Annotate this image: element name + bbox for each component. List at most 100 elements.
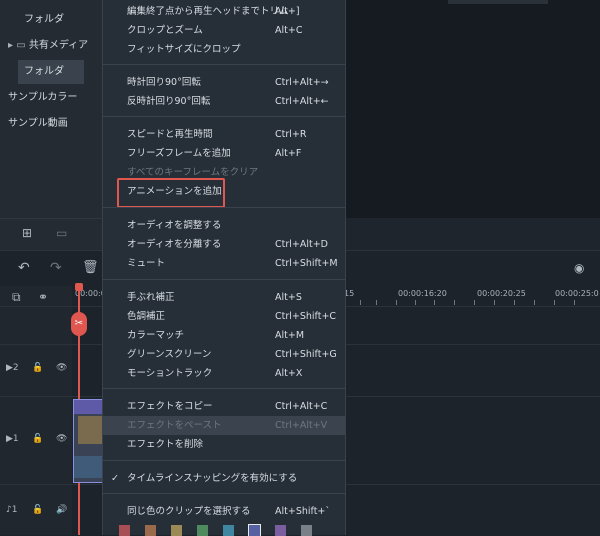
video-clip[interactable] — [73, 399, 105, 483]
menu-item-shortcut: Ctrl+Alt+← — [275, 96, 329, 107]
menu-item[interactable]: ミュート Ctrl+Shift+M — [103, 254, 345, 273]
menu-item-shortcut: Alt+F — [275, 148, 302, 159]
split-scissors-icon[interactable]: ✂ — [71, 312, 87, 336]
menu-item-label: クロップとズーム — [127, 25, 203, 36]
color-swatch[interactable] — [275, 525, 286, 536]
preview-title-bar — [448, 0, 548, 4]
lock-icon[interactable]: 🔓 — [32, 505, 43, 515]
menu-item-shortcut: Alt+] — [275, 6, 300, 17]
menu-item-shortcut: Alt+Shift+` — [275, 506, 331, 517]
clip-header — [74, 400, 104, 414]
menu-item[interactable]: フィットサイズにクロップ — [103, 40, 345, 59]
time-label: 00:00:25:0 — [555, 289, 599, 298]
color-swatch[interactable] — [119, 525, 130, 536]
preview-controls — [344, 218, 600, 250]
menu-item-shortcut: Ctrl+R — [275, 129, 307, 140]
menu-item-shortcut: Ctrl+Shift+G — [275, 349, 337, 360]
menu-item-shortcut: Ctrl+Alt+V — [275, 420, 328, 431]
lock-icon[interactable]: 🔓 — [32, 363, 43, 373]
menu-item[interactable]: オーディオを分離する Ctrl+Alt+D — [103, 235, 345, 254]
color-swatch[interactable] — [171, 525, 182, 536]
highlight-box — [117, 178, 225, 208]
sample-color-item[interactable]: サンプルカラー — [0, 86, 102, 110]
color-swatch[interactable] — [197, 525, 208, 536]
menu-item-label: 同じ色のクリップを選択する — [127, 506, 251, 517]
menu-item-shortcut: Alt+M — [275, 330, 305, 341]
menu-item[interactable]: モーショントラック Alt+X — [103, 364, 345, 383]
preview-window — [344, 0, 600, 218]
menu-item-label: エフェクトをコピー — [127, 401, 213, 412]
color-swatch[interactable] — [248, 524, 261, 536]
menu-item[interactable]: グリーンスクリーン Ctrl+Shift+G — [103, 345, 345, 364]
menu-item-label: ミュート — [127, 258, 166, 269]
eye-icon[interactable]: 👁 — [56, 434, 67, 444]
menu-item[interactable]: 色調補正 Ctrl+Shift+C — [103, 307, 345, 326]
menu-item-shortcut: Alt+C — [275, 25, 303, 36]
menu-item[interactable]: 同じ色のクリップを選択する Alt+Shift+` — [103, 502, 345, 521]
menu-item-label: カラーマッチ — [127, 330, 185, 341]
menu-item-label: エフェクトを削除 — [127, 439, 204, 450]
menu-item-shortcut: Ctrl+Shift+C — [275, 311, 337, 322]
menu-separator — [103, 388, 345, 389]
menu-item[interactable]: フリーズフレームを追加 Alt+F — [103, 144, 345, 163]
color-swatch[interactable] — [223, 525, 234, 536]
menu-item[interactable]: エフェクトをコピー Ctrl+Alt+C — [103, 397, 345, 416]
menu-item-label: 反時計回り90°回転 — [127, 96, 211, 107]
menu-item[interactable]: 反時計回り90°回転 Ctrl+Alt+← — [103, 92, 345, 111]
menu-item-label: エフェクトをペースト — [127, 420, 222, 431]
eye-icon[interactable]: 👁 — [56, 363, 67, 373]
menu-item-shortcut: Alt+S — [275, 292, 302, 303]
menu-item-label: オーディオを分離する — [127, 239, 222, 250]
time-label: 00:00:16:20 — [398, 289, 447, 298]
color-swatch[interactable] — [301, 525, 312, 536]
menu-item-label: フリーズフレームを追加 — [127, 148, 231, 159]
undo-icon[interactable]: ↶ — [18, 260, 30, 276]
media-library-panel: フォルダ ▸ ▭ 共有メディア フォルダ サンプルカラー サンプル動画 — [0, 0, 102, 218]
menu-separator — [103, 207, 345, 208]
checkmark-icon: ✓ — [111, 473, 119, 484]
menu-item-label: 時計回り90°回転 — [127, 77, 201, 88]
menu-item[interactable]: クロップとズーム Alt+C — [103, 21, 345, 40]
delete-icon[interactable]: 🗑 — [82, 260, 99, 275]
menu-item-shortcut: Ctrl+Alt+D — [275, 239, 329, 250]
menu-separator — [103, 64, 345, 65]
menu-item[interactable]: オーディオを調整する — [103, 216, 345, 235]
sample-video-item[interactable]: サンプル動画 — [0, 112, 102, 136]
folder-item-selected[interactable]: フォルダ — [18, 60, 84, 84]
menu-item[interactable]: 時計回り90°回転 Ctrl+Alt+→ — [103, 73, 345, 92]
clip-thumbnail — [78, 416, 102, 444]
menu-item-label: フィットサイズにクロップ — [127, 44, 241, 55]
clip-waveform — [74, 456, 104, 478]
menu-item[interactable]: タイムラインスナッピングを有効にする ✓ — [103, 469, 345, 488]
render-preview-icon[interactable]: ◉ — [574, 261, 584, 275]
context-menu: 編集終了点から再生ヘッドまでトリム Alt+] クロップとズーム Alt+C フィットサ… — [102, 0, 346, 536]
menu-item[interactable]: エフェクトをペースト Ctrl+Alt+V — [103, 416, 345, 435]
menu-item[interactable]: 編集終了点から再生ヘッドまでトリム Alt+] — [103, 2, 345, 21]
menu-item-shortcut: Alt+X — [275, 368, 303, 379]
link-icon[interactable]: ⚭ — [38, 290, 48, 304]
menu-item-label: 色調補正 — [127, 311, 166, 322]
folder-icon: ▸ ▭ — [8, 40, 29, 51]
folder-item[interactable]: フォルダ — [0, 8, 102, 32]
shared-media-item[interactable]: ▸ ▭ 共有メディア — [0, 34, 102, 58]
menu-item[interactable]: カラーマッチ Alt+M — [103, 326, 345, 345]
menu-separator — [103, 460, 345, 461]
lock-icon[interactable]: 🔓 — [32, 434, 43, 444]
menu-item-label: グリーンスクリーン — [127, 349, 212, 360]
menu-item[interactable]: 手ぶれ補正 Alt+S — [103, 288, 345, 307]
menu-item[interactable]: スピードと再生時間 Ctrl+R — [103, 125, 345, 144]
menu-item[interactable]: エフェクトを削除 — [103, 435, 345, 454]
speaker-icon[interactable]: 🔊 — [56, 505, 67, 515]
new-folder-icon[interactable]: ⊞ — [22, 226, 32, 240]
folder-icon[interactable]: ▭ — [56, 226, 67, 240]
menu-item-label: モーショントラック — [127, 368, 213, 379]
color-swatch[interactable] — [145, 525, 156, 536]
menu-item-label: 手ぶれ補正 — [127, 292, 175, 303]
video-track-icon: ▶1 — [6, 434, 19, 444]
redo-icon[interactable]: ↷ — [50, 260, 62, 276]
playhead-handle[interactable] — [75, 283, 83, 291]
time-label: 00:00:20:25 — [477, 289, 526, 298]
menu-item-label: 編集終了点から再生ヘッドまでトリム — [127, 6, 289, 17]
add-track-icon[interactable]: ⧉ — [12, 290, 21, 305]
menu-item-shortcut: Ctrl+Shift+M — [275, 258, 338, 269]
